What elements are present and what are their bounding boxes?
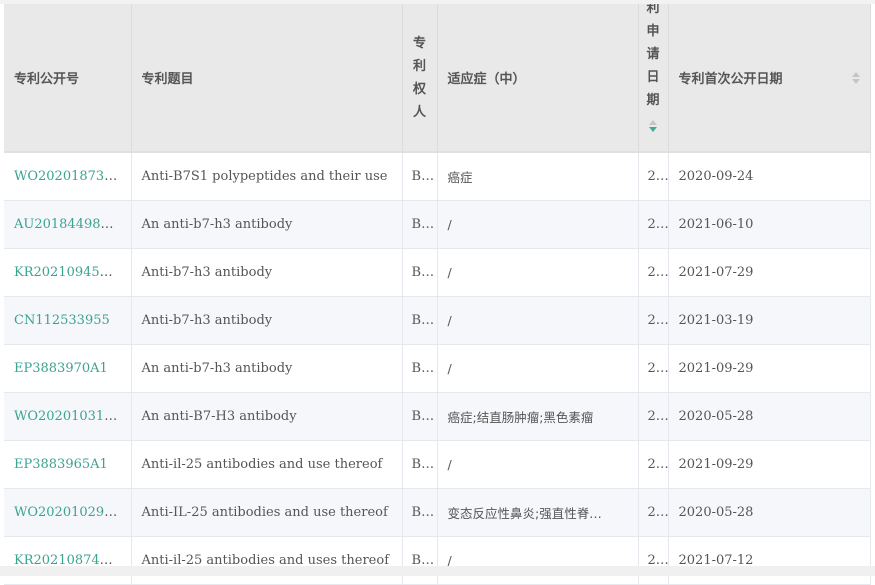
filing-date-cell: 20.	[638, 200, 669, 249]
patent-number-cell: WO2020102935	[4, 488, 132, 537]
indication-cell: /	[437, 440, 639, 489]
publication-date-cell: 2021-06-10	[668, 200, 871, 249]
patent-title-cell: Anti-il-25 antibodies and uses thereof	[131, 536, 403, 585]
filing-date-cell: 20…	[638, 152, 669, 201]
patent-number-link[interactable]: WO2020103100	[14, 409, 121, 424]
patent-title-cell: Anti-b7-h3 antibody	[131, 296, 403, 345]
patent-number-cell: CN112533955	[4, 296, 132, 345]
publication-date-cell: 2021-07-29	[668, 248, 871, 297]
sort-icon[interactable]	[649, 116, 657, 132]
filing-date-cell: 20.	[638, 392, 669, 441]
assignee-cell: Be…	[402, 440, 438, 489]
filing-date-cell: 20.	[638, 248, 669, 297]
table-row[interactable]: WO2020102935 Anti-IL-25 antibodies and us…	[4, 488, 871, 537]
publication-date-cell: 2021-09-29	[668, 344, 871, 393]
header-indication: 适应症（中）	[437, 4, 639, 153]
table-header: 专利公开号 专利题目 专利权人 适应症（中） 专 利 申 请 日 期 专利首次公…	[4, 4, 871, 153]
header-assignee: 专利权人	[402, 4, 438, 153]
patent-number-cell: WO2020103100	[4, 392, 132, 441]
filing-date-cell: 20…	[638, 440, 669, 489]
patent-number-link[interactable]: CN112533955	[14, 313, 110, 328]
indication-cell: 变态反应性鼻炎;强直性脊…	[437, 488, 639, 537]
assignee-cell: Be..	[402, 200, 438, 249]
horizontal-scrollbar[interactable]	[0, 566, 875, 576]
patent-title-cell: Anti-B7S1 polypeptides and their use	[131, 152, 403, 201]
publication-date-cell: 2020-09-24	[668, 152, 871, 201]
patent-number-cell: KR2021087487A	[4, 536, 132, 585]
patent-number-link[interactable]: WO2020187327	[14, 169, 121, 184]
patent-title-cell: Anti-b7-h3 antibody	[131, 248, 403, 297]
patent-number-link[interactable]: KR2021094589A	[14, 265, 126, 280]
patent-number-link[interactable]: AU2018449846…	[14, 217, 130, 232]
patent-number-cell: KR2021094589A	[4, 248, 132, 297]
patent-title-cell: An anti-b7-h3 antibody	[131, 200, 403, 249]
indication-cell: /	[437, 200, 639, 249]
patent-title-cell: Anti-il-25 antibodies and use thereof	[131, 440, 403, 489]
patent-number-cell: AU2018449846…	[4, 200, 132, 249]
publication-date-cell: 2020-05-28	[668, 392, 871, 441]
table-row[interactable]: WO2020103100 An anti-B7-H3 antibody Be.. 癌症…	[4, 392, 871, 441]
table-row[interactable]: AU2018449846… An anti-b7-h3 antibody Be.. /…	[4, 200, 871, 249]
publication-date-cell: 2021-03-19	[668, 296, 871, 345]
assignee-cell: Be…	[402, 536, 438, 585]
header-first-publication-date[interactable]: 专利首次公开日期	[668, 4, 871, 153]
publication-date-cell: 2021-09-29	[668, 440, 871, 489]
assignee-cell: Be..	[402, 488, 438, 537]
table-row[interactable]: WO2020187327 Anti-B7S1 polypeptides and t…	[4, 152, 871, 201]
patent-title-cell: Anti-IL-25 antibodies and use thereof	[131, 488, 403, 537]
patent-number-cell: WO2020187327	[4, 152, 132, 201]
table-row[interactable]: EP3883965A1 Anti-il-25 antibodies and use…	[4, 440, 871, 489]
table-row[interactable]: KR2021087487A Anti-il-25 antibodies and u…	[4, 536, 871, 585]
assignee-cell: Be…	[402, 152, 438, 201]
filing-date-cell: 20…	[638, 344, 669, 393]
filing-date-cell: 20…	[638, 536, 669, 585]
patent-number-link[interactable]: EP3883970A1	[14, 361, 108, 376]
patent-title-cell: An anti-B7-H3 antibody	[131, 392, 403, 441]
indication-cell: 癌症;结直肠肿瘤;黑色素瘤	[437, 392, 639, 441]
table-row[interactable]: CN112533955 Anti-b7-h3 antibody Be../20. 20…	[4, 296, 871, 345]
indication-cell: /	[437, 344, 639, 393]
indication-cell: 癌症	[437, 152, 639, 201]
assignee-cell: Be..	[402, 248, 438, 297]
assignee-header-label: 专利权人	[413, 35, 427, 120]
assignee-cell: Be..	[402, 296, 438, 345]
patent-title-cell: An anti-b7-h3 antibody	[131, 344, 403, 393]
filing-date-cell: 20.	[638, 488, 669, 537]
table-row[interactable]: KR2021094589A Anti-b7-h3 antibody Be../20.…	[4, 248, 871, 297]
patent-table: 专利公开号 专利题目 专利权人 适应症（中） 专 利 申 请 日 期 专利首次公…	[4, 4, 871, 585]
patent-number-cell: EP3883965A1	[4, 440, 132, 489]
indication-cell: /	[437, 296, 639, 345]
assignee-cell: Be..	[402, 392, 438, 441]
table-row[interactable]: EP3883970A1 An anti-b7-h3 antibodyBe…/20……	[4, 344, 871, 393]
indication-cell: /	[437, 248, 639, 297]
header-patent-number: 专利公开号	[4, 4, 132, 153]
patent-number-link[interactable]: EP3883965A1	[14, 457, 108, 472]
patent-number-link[interactable]: WO2020102935	[14, 505, 121, 520]
filing-date-cell: 20.	[638, 296, 669, 345]
patent-number-cell: EP3883970A1	[4, 344, 132, 393]
assignee-cell: Be…	[402, 344, 438, 393]
publication-date-cell: 2021-07-12	[668, 536, 871, 585]
header-filing-date[interactable]: 专 利 申 请 日 期	[638, 4, 669, 153]
header-patent-title: 专利题目	[131, 4, 403, 153]
publication-date-cell: 2020-05-28	[668, 488, 871, 537]
indication-cell: /	[437, 536, 639, 585]
sort-icon[interactable]	[851, 71, 860, 84]
